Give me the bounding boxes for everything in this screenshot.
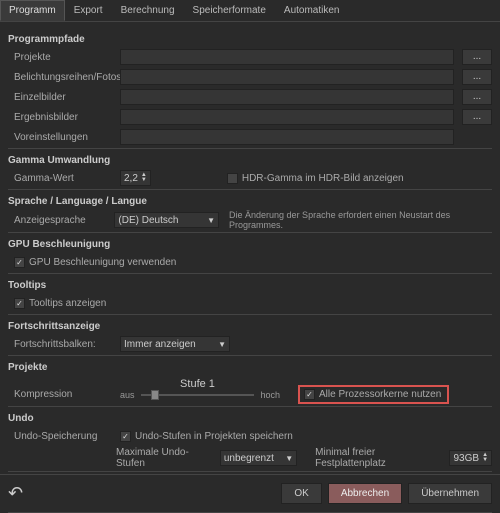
slider-max-label: hoch [260,390,280,400]
label-hdr-gamma: HDR-Gamma im HDR-Bild anzeigen [242,173,404,184]
tab-speicherformate[interactable]: Speicherformate [184,0,275,21]
slider-thumb[interactable] [151,390,159,400]
tab-berechnung[interactable]: Berechnung [112,0,184,21]
tab-bar: Programm Export Berechnung Speicherforma… [0,0,500,22]
cancel-button[interactable]: Abbrechen [328,483,402,504]
spinner-arrows-icon[interactable]: ▲▼ [141,173,147,183]
path-projekte-input[interactable] [120,49,454,65]
section-undo-title: Undo [8,413,492,424]
checkbox-undo-save[interactable] [120,431,131,442]
footer-bar: ↶ OK Abbrechen Übernehmen [0,474,500,512]
browse-projekte[interactable]: ... [462,49,492,65]
path-einzel-input[interactable] [120,89,454,105]
label-gpu: GPU Beschleunigung verwenden [29,257,176,268]
label-max-undo: Maximale Undo-Stufen [116,447,214,469]
spinner-arrows-icon[interactable]: ▲▼ [482,453,488,463]
checkbox-tooltips[interactable] [14,298,25,309]
section-paths-title: Programmpfade [8,34,492,45]
checkbox-gpu[interactable] [14,257,25,268]
compression-slider[interactable]: Stufe 1 [141,394,255,396]
ok-button[interactable]: OK [281,483,321,504]
section-projekte-title: Projekte [8,362,492,373]
label-gamma-wert: Gamma-Wert [8,173,120,184]
checkbox-hdr-gamma[interactable] [227,173,238,184]
slider-value-label: Stufe 1 [180,378,215,390]
path-belicht-input[interactable] [120,69,454,85]
label-einzel: Einzelbilder [8,92,120,103]
section-gpu-title: GPU Beschleunigung [8,239,492,250]
label-belicht: Belichtungsreihen/Fotoserien [8,72,120,83]
checkbox-all-cores[interactable] [304,389,315,400]
cpu-highlight-box: Alle Prozessorkerne nutzen [298,385,449,404]
section-lang-title: Sprache / Language / Langue [8,196,492,207]
undo-icon[interactable]: ↶ [8,483,23,504]
settings-panel: Programmpfade Projekte... Belichtungsrei… [0,22,500,513]
apply-button[interactable]: Übernehmen [408,483,492,504]
tab-automatiken[interactable]: Automatiken [275,0,349,21]
disk-spinner[interactable]: 93GB▲▼ [449,450,492,466]
label-undo-speicher: Undo-Speicherung [8,431,120,442]
tab-export[interactable]: Export [65,0,112,21]
section-tooltips-title: Tooltips [8,280,492,291]
section-gamma-title: Gamma Umwandlung [8,155,492,166]
label-vorein: Voreinstellungen [8,132,120,143]
lang-restart-note: Die Änderung der Sprache erfordert einen… [229,210,492,230]
section-progress-title: Fortschrittsanzeige [8,321,492,332]
label-kompression: Kompression [8,389,120,400]
select-progress[interactable]: Immer anzeigen▼ [120,336,230,352]
browse-belicht[interactable]: ... [462,69,492,85]
chevron-down-icon: ▼ [207,216,215,225]
label-projekte: Projekte [8,52,120,63]
path-ergebnis-input[interactable] [120,109,454,125]
chevron-down-icon: ▼ [218,340,226,349]
gamma-spinner[interactable]: 2,2▲▼ [120,170,151,186]
select-max-undo[interactable]: unbegrenzt▼ [220,450,297,466]
path-vorein-input[interactable] [120,129,454,145]
tab-programm[interactable]: Programm [0,0,65,21]
label-tooltips: Tooltips anzeigen [29,298,106,309]
label-progress: Fortschrittsbalken: [8,339,120,350]
select-language[interactable]: (DE) Deutsch▼ [114,212,219,228]
label-ergebnis: Ergebnisbilder [8,112,120,123]
label-undo-save: Undo-Stufen in Projekten speichern [135,431,293,442]
chevron-down-icon: ▼ [285,454,293,463]
browse-einzel[interactable]: ... [462,89,492,105]
label-lang: Anzeigesprache [8,215,114,226]
slider-min-label: aus [120,390,135,400]
label-all-cores: Alle Prozessorkerne nutzen [319,389,441,400]
browse-ergebnis[interactable]: ... [462,109,492,125]
label-min-disk: Minimal freier Festplattenplatz [315,447,443,469]
